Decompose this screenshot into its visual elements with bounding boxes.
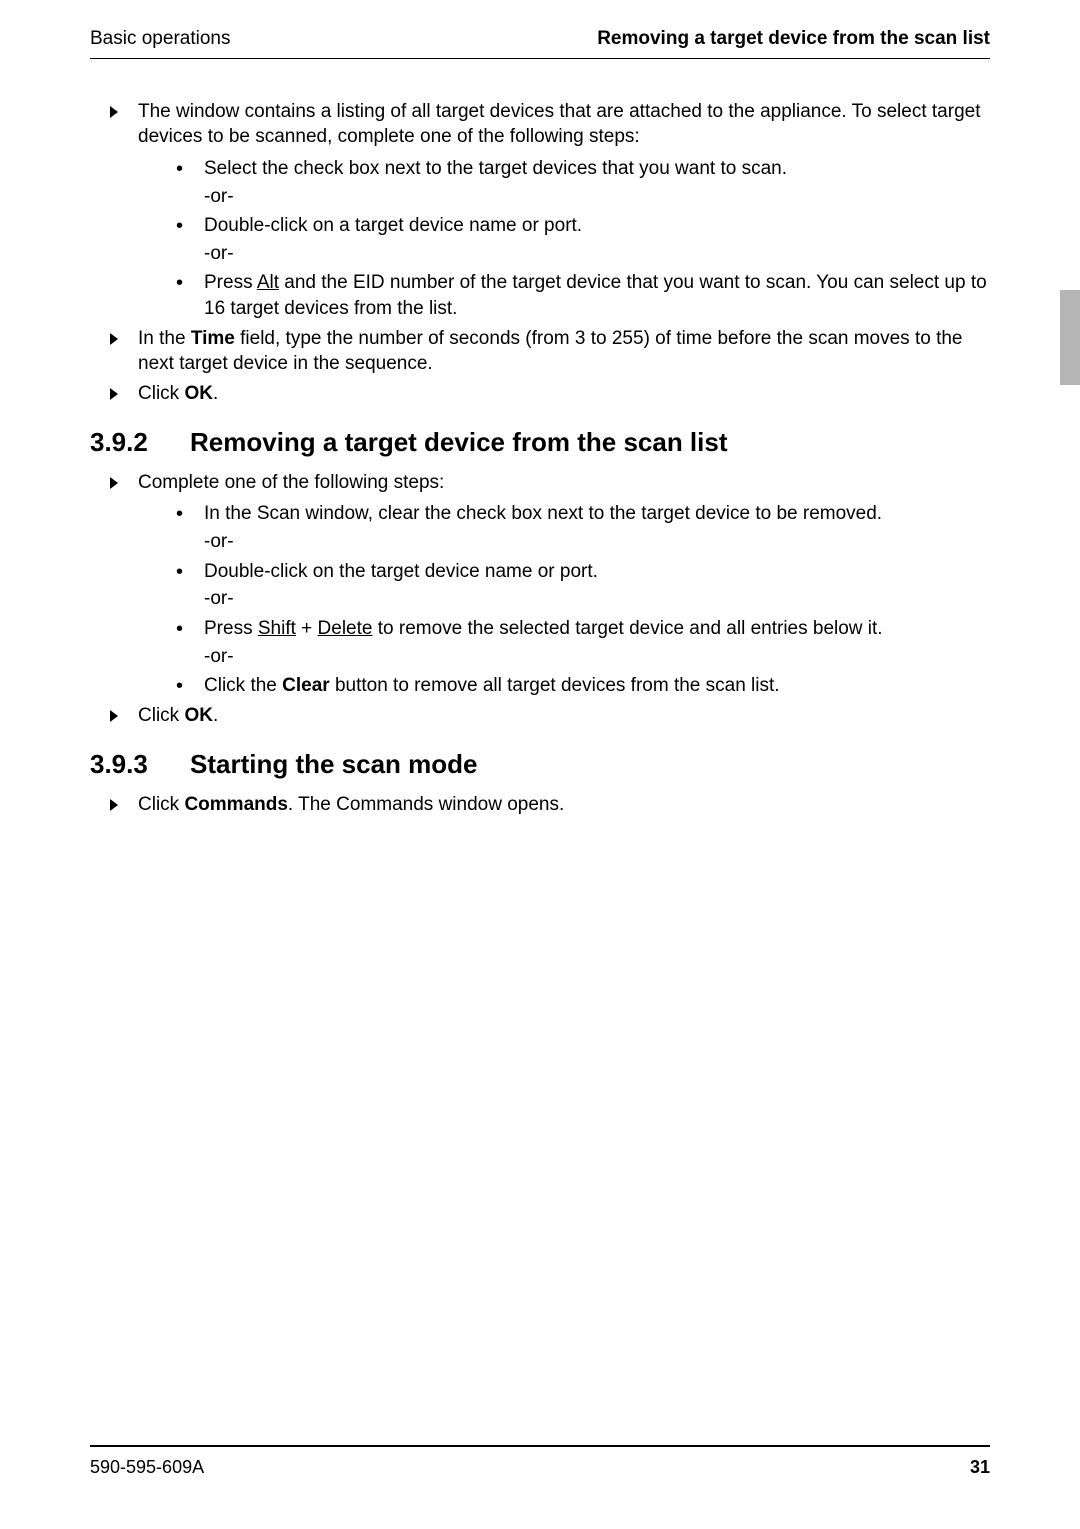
substep-text-post: and the EID number of the target device … [204,272,987,319]
key-alt: Alt [257,272,279,293]
footer-doc-number: 590-595-609A [90,1455,204,1479]
header-chapter: Basic operations [90,26,230,52]
section-3.9.2-heading: 3.9.2 Removing a target device from the … [90,425,990,460]
section-title: Starting the scan mode [190,747,478,782]
step-item: Click OK. [100,703,990,729]
or-separator: -or- [204,184,990,210]
substep-text-post: button to remove all target devices from… [330,675,780,696]
section-number: 3.9.3 [90,747,190,782]
substep-text-pre: Click the [204,675,282,696]
time-field-label: Time [191,328,235,349]
step-text-pre: In the [138,328,191,349]
ok-label: OK [184,383,213,404]
header-section-title: Removing a target device from the scan l… [597,26,990,52]
step-item: Click OK. [100,381,990,407]
step-text: Complete one of the following steps: [138,472,444,493]
plus: + [296,618,318,639]
step-item: The window contains a listing of all tar… [100,99,990,322]
substep-text-post: to remove the selected target device and… [372,618,882,639]
step-list-top: The window contains a listing of all tar… [100,99,990,407]
or-separator: -or- [204,644,990,670]
substep-item: Press Alt and the EID number of the targ… [146,270,990,321]
ok-label: OK [184,705,213,726]
or-separator: -or- [204,586,990,612]
step-text-pre: Click [138,794,184,815]
section-3.9.3-heading: 3.9.3 Starting the scan mode [90,747,990,782]
section-title: Removing a target device from the scan l… [190,425,728,460]
substep-text: Double-click on the target device name o… [204,561,598,582]
substep-text: Select the check box next to the target … [204,158,787,179]
substep-item: Press Shift + Delete to remove the selec… [146,616,990,669]
key-shift: Shift [258,618,296,639]
step-item: Complete one of the following steps: In … [100,470,990,699]
substep-item: Click the Clear button to remove all tar… [146,673,990,699]
substep-text-pre: Press [204,618,258,639]
substep-list: In the Scan window, clear the check box … [146,501,990,698]
step-text-post: field, type the number of seconds (from … [138,328,963,375]
substep-text: In the Scan window, clear the check box … [204,503,882,524]
step-item: In the Time field, type the number of se… [100,326,990,377]
step-list-393: Click Commands. The Commands window open… [100,792,990,818]
side-tab [1060,290,1080,385]
footer-page-number: 31 [970,1455,990,1479]
page: Basic operations Removing a target devic… [0,0,1080,1529]
substep-item: Double-click on a target device name or … [146,213,990,266]
substep-text: Double-click on a target device name or … [204,215,582,236]
substep-item: Double-click on the target device name o… [146,559,990,612]
substep-text-pre: Press [204,272,257,293]
step-text-post: . [213,705,218,726]
substep-item: Select the check box next to the target … [146,156,990,209]
commands-label: Commands [184,794,287,815]
page-footer: 590-595-609A 31 [90,1445,990,1479]
step-list-392: Complete one of the following steps: In … [100,470,990,729]
step-text-post: . The Commands window opens. [288,794,564,815]
page-header: Basic operations Removing a target devic… [90,26,990,59]
step-item: Click Commands. The Commands window open… [100,792,990,818]
step-text-pre: Click [138,383,184,404]
or-separator: -or- [204,529,990,555]
or-separator: -or- [204,241,990,267]
key-delete: Delete [318,618,373,639]
step-text: The window contains a listing of all tar… [138,101,981,148]
section-number: 3.9.2 [90,425,190,460]
step-text-pre: Click [138,705,184,726]
step-text-post: . [213,383,218,404]
clear-button-label: Clear [282,675,330,696]
substep-list: Select the check box next to the target … [146,156,990,322]
substep-item: In the Scan window, clear the check box … [146,501,990,554]
